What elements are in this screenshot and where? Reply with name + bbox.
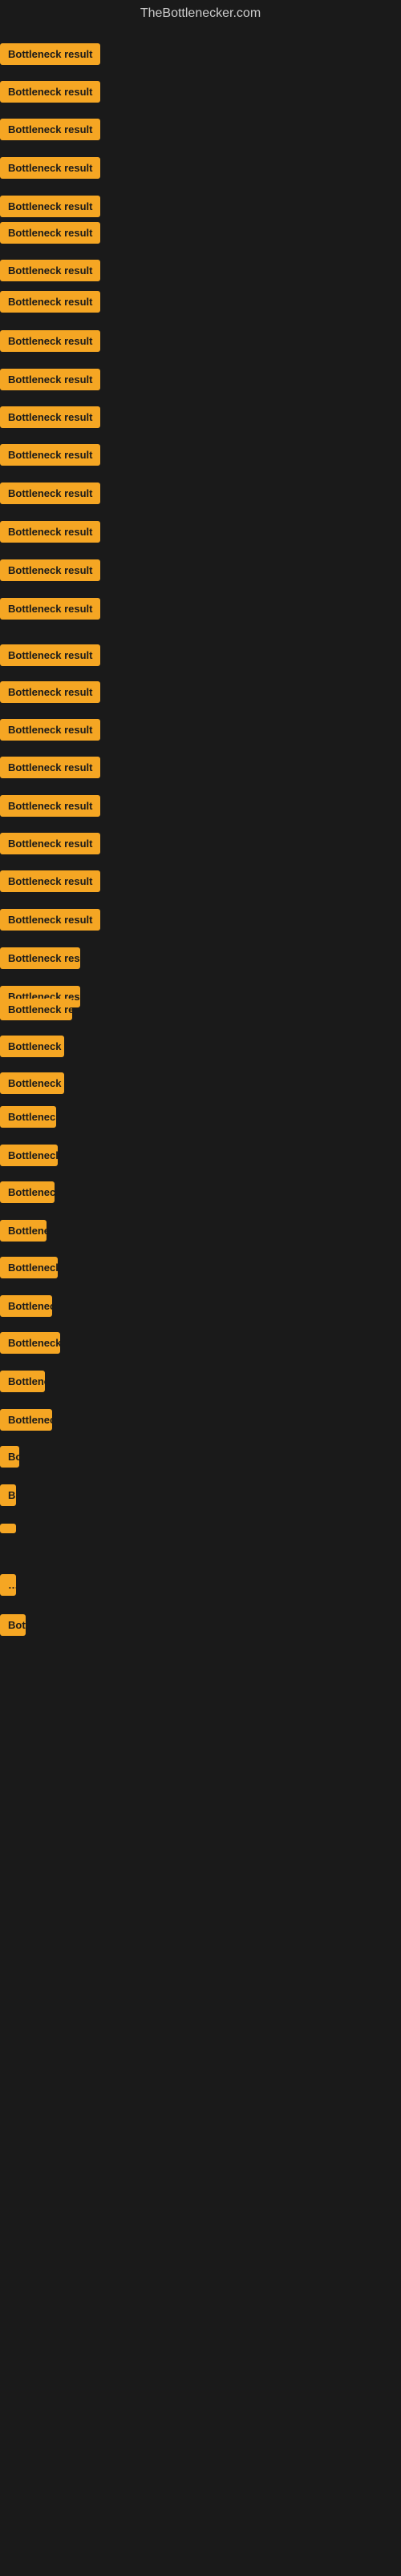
bottleneck-badge: Bott <box>0 1614 26 1636</box>
bottleneck-badge: … <box>0 1574 16 1596</box>
bottleneck-item-33[interactable]: Bottlene <box>0 1220 47 1246</box>
bottleneck-item-5[interactable]: Bottleneck result <box>0 196 100 221</box>
bottleneck-badge: Bottleneck result <box>0 222 100 244</box>
bottleneck-badge: Bottleneck result <box>0 482 100 504</box>
bottleneck-badge: Bottleneck <box>0 1409 52 1431</box>
bottleneck-badge: Bottleneck result <box>0 757 100 778</box>
bottleneck-badge: Bottleneck result <box>0 559 100 581</box>
bottleneck-item-41[interactable] <box>0 1523 16 1537</box>
bottleneck-item-19[interactable]: Bottleneck result <box>0 719 100 745</box>
bottleneck-badge: Bottleneck result <box>0 260 100 281</box>
bottleneck-item-16[interactable]: Bottleneck result <box>0 598 100 624</box>
bottleneck-item-38[interactable]: Bottleneck <box>0 1409 52 1435</box>
bottleneck-item-39[interactable]: Bo <box>0 1446 19 1472</box>
bottleneck-badge: Bottleneck result <box>0 406 100 428</box>
bottleneck-item-34[interactable]: Bottleneck n <box>0 1257 58 1282</box>
bottleneck-item-13[interactable]: Bottleneck result <box>0 482 100 508</box>
bottleneck-badge: Bottleneck result <box>0 119 100 140</box>
bottleneck-badge: Bottlene <box>0 1371 45 1392</box>
bottleneck-item-20[interactable]: Bottleneck result <box>0 757 100 782</box>
bottleneck-item-31[interactable]: Bottleneck re <box>0 1145 58 1170</box>
bottleneck-badge: Bottleneck re <box>0 1332 60 1354</box>
bottleneck-badge: Bottleneck result <box>0 795 100 817</box>
bottleneck-item-37[interactable]: Bottlene <box>0 1371 45 1396</box>
bottleneck-item-10[interactable]: Bottleneck result <box>0 369 100 394</box>
bottleneck-badge: Bottleneck result <box>0 909 100 931</box>
bottleneck-item-18[interactable]: Bottleneck result <box>0 681 100 707</box>
bottleneck-item-4[interactable]: Bottleneck result <box>0 157 100 183</box>
bottleneck-item-25[interactable]: Bottleneck result <box>0 947 80 973</box>
bottleneck-badge: Bottleneck r <box>0 1106 56 1128</box>
bottleneck-item-12[interactable]: Bottleneck result <box>0 444 100 470</box>
bottleneck-badge: Bottleneck result <box>0 196 100 217</box>
bottleneck-item-9[interactable]: Bottleneck result <box>0 330 100 356</box>
bottleneck-badge <box>0 1524 16 1533</box>
bottleneck-badge: B <box>0 1484 16 1506</box>
bottleneck-item-29[interactable]: Bottleneck result <box>0 1072 64 1098</box>
bottleneck-badge: Bottleneck re <box>0 1145 58 1166</box>
bottleneck-badge: Bottleneck result <box>0 870 100 892</box>
bottleneck-badge: Bottleneck result <box>0 719 100 741</box>
bottleneck-badge: Bottleneck result <box>0 999 72 1020</box>
bottleneck-item-22[interactable]: Bottleneck result <box>0 833 100 858</box>
bottleneck-item-17[interactable]: Bottleneck result <box>0 644 100 670</box>
bottleneck-badge: Bottleneck result <box>0 81 100 103</box>
bottleneck-item-23[interactable]: Bottleneck result <box>0 870 100 896</box>
bottleneck-badge: Bottleneck n <box>0 1257 58 1278</box>
bottleneck-item-42[interactable]: … <box>0 1574 16 1600</box>
bottleneck-item-32[interactable]: Bottleneck r <box>0 1181 55 1207</box>
bottleneck-badge: Bottleneck result <box>0 598 100 620</box>
bottleneck-badge: Bottleneck result <box>0 330 100 352</box>
bottleneck-item-24[interactable]: Bottleneck result <box>0 909 100 935</box>
bottleneck-item-7[interactable]: Bottleneck result <box>0 260 100 285</box>
bottleneck-item-14[interactable]: Bottleneck result <box>0 521 100 547</box>
bottleneck-badge: Bottleneck result <box>0 444 100 466</box>
bottleneck-item-15[interactable]: Bottleneck result <box>0 559 100 585</box>
bottleneck-item-1[interactable]: Bottleneck result <box>0 43 100 69</box>
site-title: TheBottlenecker.com <box>0 0 401 27</box>
bottleneck-item-27[interactable]: Bottleneck result <box>0 999 72 1024</box>
bottleneck-item-2[interactable]: Bottleneck result <box>0 81 100 107</box>
bottleneck-item-21[interactable]: Bottleneck result <box>0 795 100 821</box>
bottleneck-badge: Bottleneck result <box>0 833 100 854</box>
bottleneck-badge: Bottleneck result <box>0 157 100 179</box>
bottleneck-item-28[interactable]: Bottleneck result <box>0 1036 64 1061</box>
bottleneck-item-36[interactable]: Bottleneck re <box>0 1332 60 1358</box>
bottleneck-badge: Bottleneck result <box>0 644 100 666</box>
bottleneck-item-3[interactable]: Bottleneck result <box>0 119 100 144</box>
bottleneck-item-40[interactable]: B <box>0 1484 16 1510</box>
bottleneck-item-43[interactable]: Bott <box>0 1614 26 1640</box>
bottleneck-badge: Bottlene <box>0 1220 47 1242</box>
bottleneck-badge: Bo <box>0 1446 19 1468</box>
bottleneck-badge: Bottleneck result <box>0 521 100 543</box>
bottleneck-badge: Bottleneck result <box>0 369 100 390</box>
bottleneck-badge: Bottleneck result <box>0 1036 64 1057</box>
bottleneck-badge: Bottleneck <box>0 1295 52 1317</box>
bottleneck-item-11[interactable]: Bottleneck result <box>0 406 100 432</box>
bottleneck-badge: Bottleneck result <box>0 291 100 313</box>
bottleneck-item-30[interactable]: Bottleneck r <box>0 1106 56 1132</box>
bottleneck-badge: Bottleneck r <box>0 1181 55 1203</box>
bottleneck-item-8[interactable]: Bottleneck result <box>0 291 100 317</box>
bottleneck-item-6[interactable]: Bottleneck result <box>0 222 100 248</box>
bottleneck-badge: Bottleneck result <box>0 681 100 703</box>
bottleneck-item-35[interactable]: Bottleneck <box>0 1295 52 1321</box>
bottleneck-badge: Bottleneck result <box>0 947 80 969</box>
bottleneck-badge: Bottleneck result <box>0 43 100 65</box>
bottleneck-badge: Bottleneck result <box>0 1072 64 1094</box>
